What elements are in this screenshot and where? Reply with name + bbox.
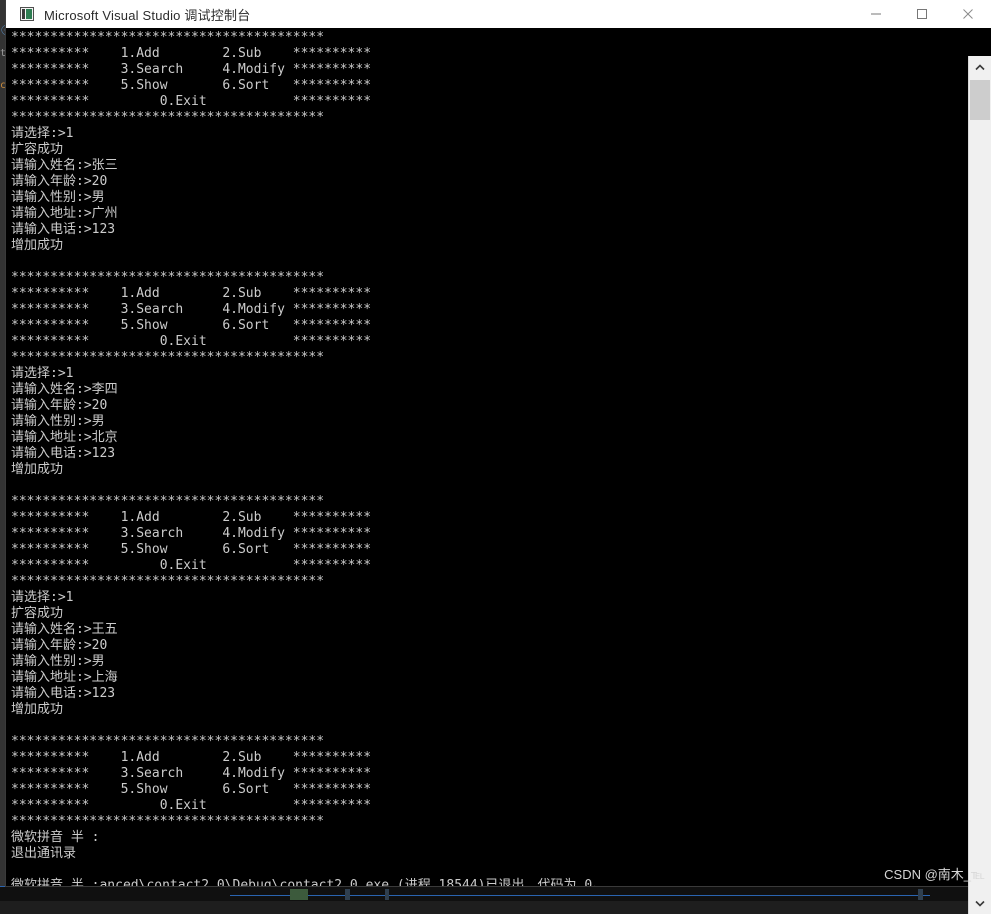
console-line: 请输入电话:>123	[11, 446, 116, 461]
scroll-up-icon[interactable]	[969, 56, 991, 78]
console-line: 扩容成功	[11, 142, 64, 157]
console-line: ********** 3.Search 4.Modify **********	[11, 766, 372, 781]
console-line: 请输入年龄:>20	[11, 174, 108, 189]
console-line: 请输入地址:>北京	[11, 430, 118, 445]
maximize-icon[interactable]	[899, 0, 945, 28]
console-line: 微软拼音 半 :	[11, 830, 100, 845]
console-line: ********** 5.Show 6.Sort **********	[11, 78, 372, 93]
console-line: 请输入性别:>男	[11, 654, 105, 669]
taskbar-divider	[230, 895, 930, 896]
console-line: ********** 1.Add 2.Sub **********	[11, 750, 372, 765]
console-line: ********** 3.Search 4.Modify **********	[11, 302, 372, 317]
console-line: 增加成功	[11, 462, 64, 477]
console-line: ********** 3.Search 4.Modify **********	[11, 62, 372, 77]
console-line: 请输入电话:>123	[11, 222, 116, 237]
console-line: ********** 3.Search 4.Modify **********	[11, 526, 372, 541]
console-client-area: ****************************************…	[6, 28, 991, 914]
taskbar-item-2[interactable]	[345, 889, 350, 900]
taskbar[interactable]	[0, 886, 991, 901]
console-line: 请输入年龄:>20	[11, 398, 108, 413]
taskbar-item-3[interactable]	[385, 889, 389, 900]
console-line: 请选择:>1	[11, 590, 74, 605]
window-controls	[853, 0, 991, 28]
console-line: 请输入电话:>123	[11, 686, 116, 701]
scrollbar-thumb[interactable]	[970, 80, 990, 120]
console-line: 请选择:>1	[11, 126, 74, 141]
console-line: 退出通讯录	[11, 846, 77, 861]
csdn-watermark: CSDN @南木_℡	[884, 867, 985, 882]
taskbar-item-4[interactable]	[918, 889, 923, 900]
console-line: ********** 1.Add 2.Sub **********	[11, 286, 372, 301]
console-line: ****************************************	[11, 350, 325, 365]
title-bar[interactable]: Microsoft Visual Studio 调试控制台	[6, 0, 991, 28]
minimize-icon[interactable]	[853, 0, 899, 28]
screen: ⦿ t c Microsoft Visual Studio 调试控制台	[0, 0, 991, 914]
console-line: ****************************************	[11, 494, 325, 509]
console-line: 请输入地址:>广州	[11, 206, 118, 221]
console-line-list: ****************************************…	[6, 30, 969, 886]
visual-studio-console-icon	[20, 7, 34, 21]
console-line: ********** 0.Exit **********	[11, 94, 372, 109]
console-window: Microsoft Visual Studio 调试控制台 **********…	[6, 0, 991, 914]
console-line: 扩容成功	[11, 606, 64, 621]
console-line: ****************************************	[11, 110, 325, 125]
console-line: 请选择:>1	[11, 366, 74, 381]
console-line: 请输入年龄:>20	[11, 638, 108, 653]
window-title: Microsoft Visual Studio 调试控制台	[44, 7, 251, 23]
console-line: ********** 0.Exit **********	[11, 334, 372, 349]
console-line: ********** 5.Show 6.Sort **********	[11, 318, 372, 333]
console-line: ********** 1.Add 2.Sub **********	[11, 46, 372, 61]
console-line: 请输入性别:>男	[11, 190, 105, 205]
close-icon[interactable]	[945, 0, 991, 28]
console-output[interactable]: ****************************************…	[6, 28, 969, 886]
console-line: 微软拼音 半 :anced\contact2.0\Debug\contact2.…	[11, 878, 606, 886]
console-line: ****************************************	[11, 734, 325, 749]
scroll-down-icon[interactable]	[969, 892, 991, 914]
console-line: 增加成功	[11, 702, 64, 717]
console-scrollbar[interactable]	[968, 56, 991, 914]
console-line: ****************************************	[11, 30, 325, 45]
console-line: ********** 0.Exit **********	[11, 558, 372, 573]
console-line: ********** 0.Exit **********	[11, 798, 372, 813]
console-line: 请输入地址:>上海	[11, 670, 118, 685]
console-line: ****************************************	[11, 270, 325, 285]
console-line: ****************************************	[11, 814, 325, 829]
console-line: 请输入性别:>男	[11, 414, 105, 429]
console-line: ********** 5.Show 6.Sort **********	[11, 782, 372, 797]
console-line: ********** 5.Show 6.Sort **********	[11, 542, 372, 557]
taskbar-item-1[interactable]	[290, 889, 308, 900]
console-line: 请输入姓名:>张三	[11, 158, 118, 173]
console-line: 请输入姓名:>李四	[11, 382, 118, 397]
console-line: ****************************************	[11, 574, 325, 589]
console-line: 请输入姓名:>王五	[11, 622, 118, 637]
console-line: ********** 1.Add 2.Sub **********	[11, 510, 372, 525]
console-line: 增加成功	[11, 238, 64, 253]
